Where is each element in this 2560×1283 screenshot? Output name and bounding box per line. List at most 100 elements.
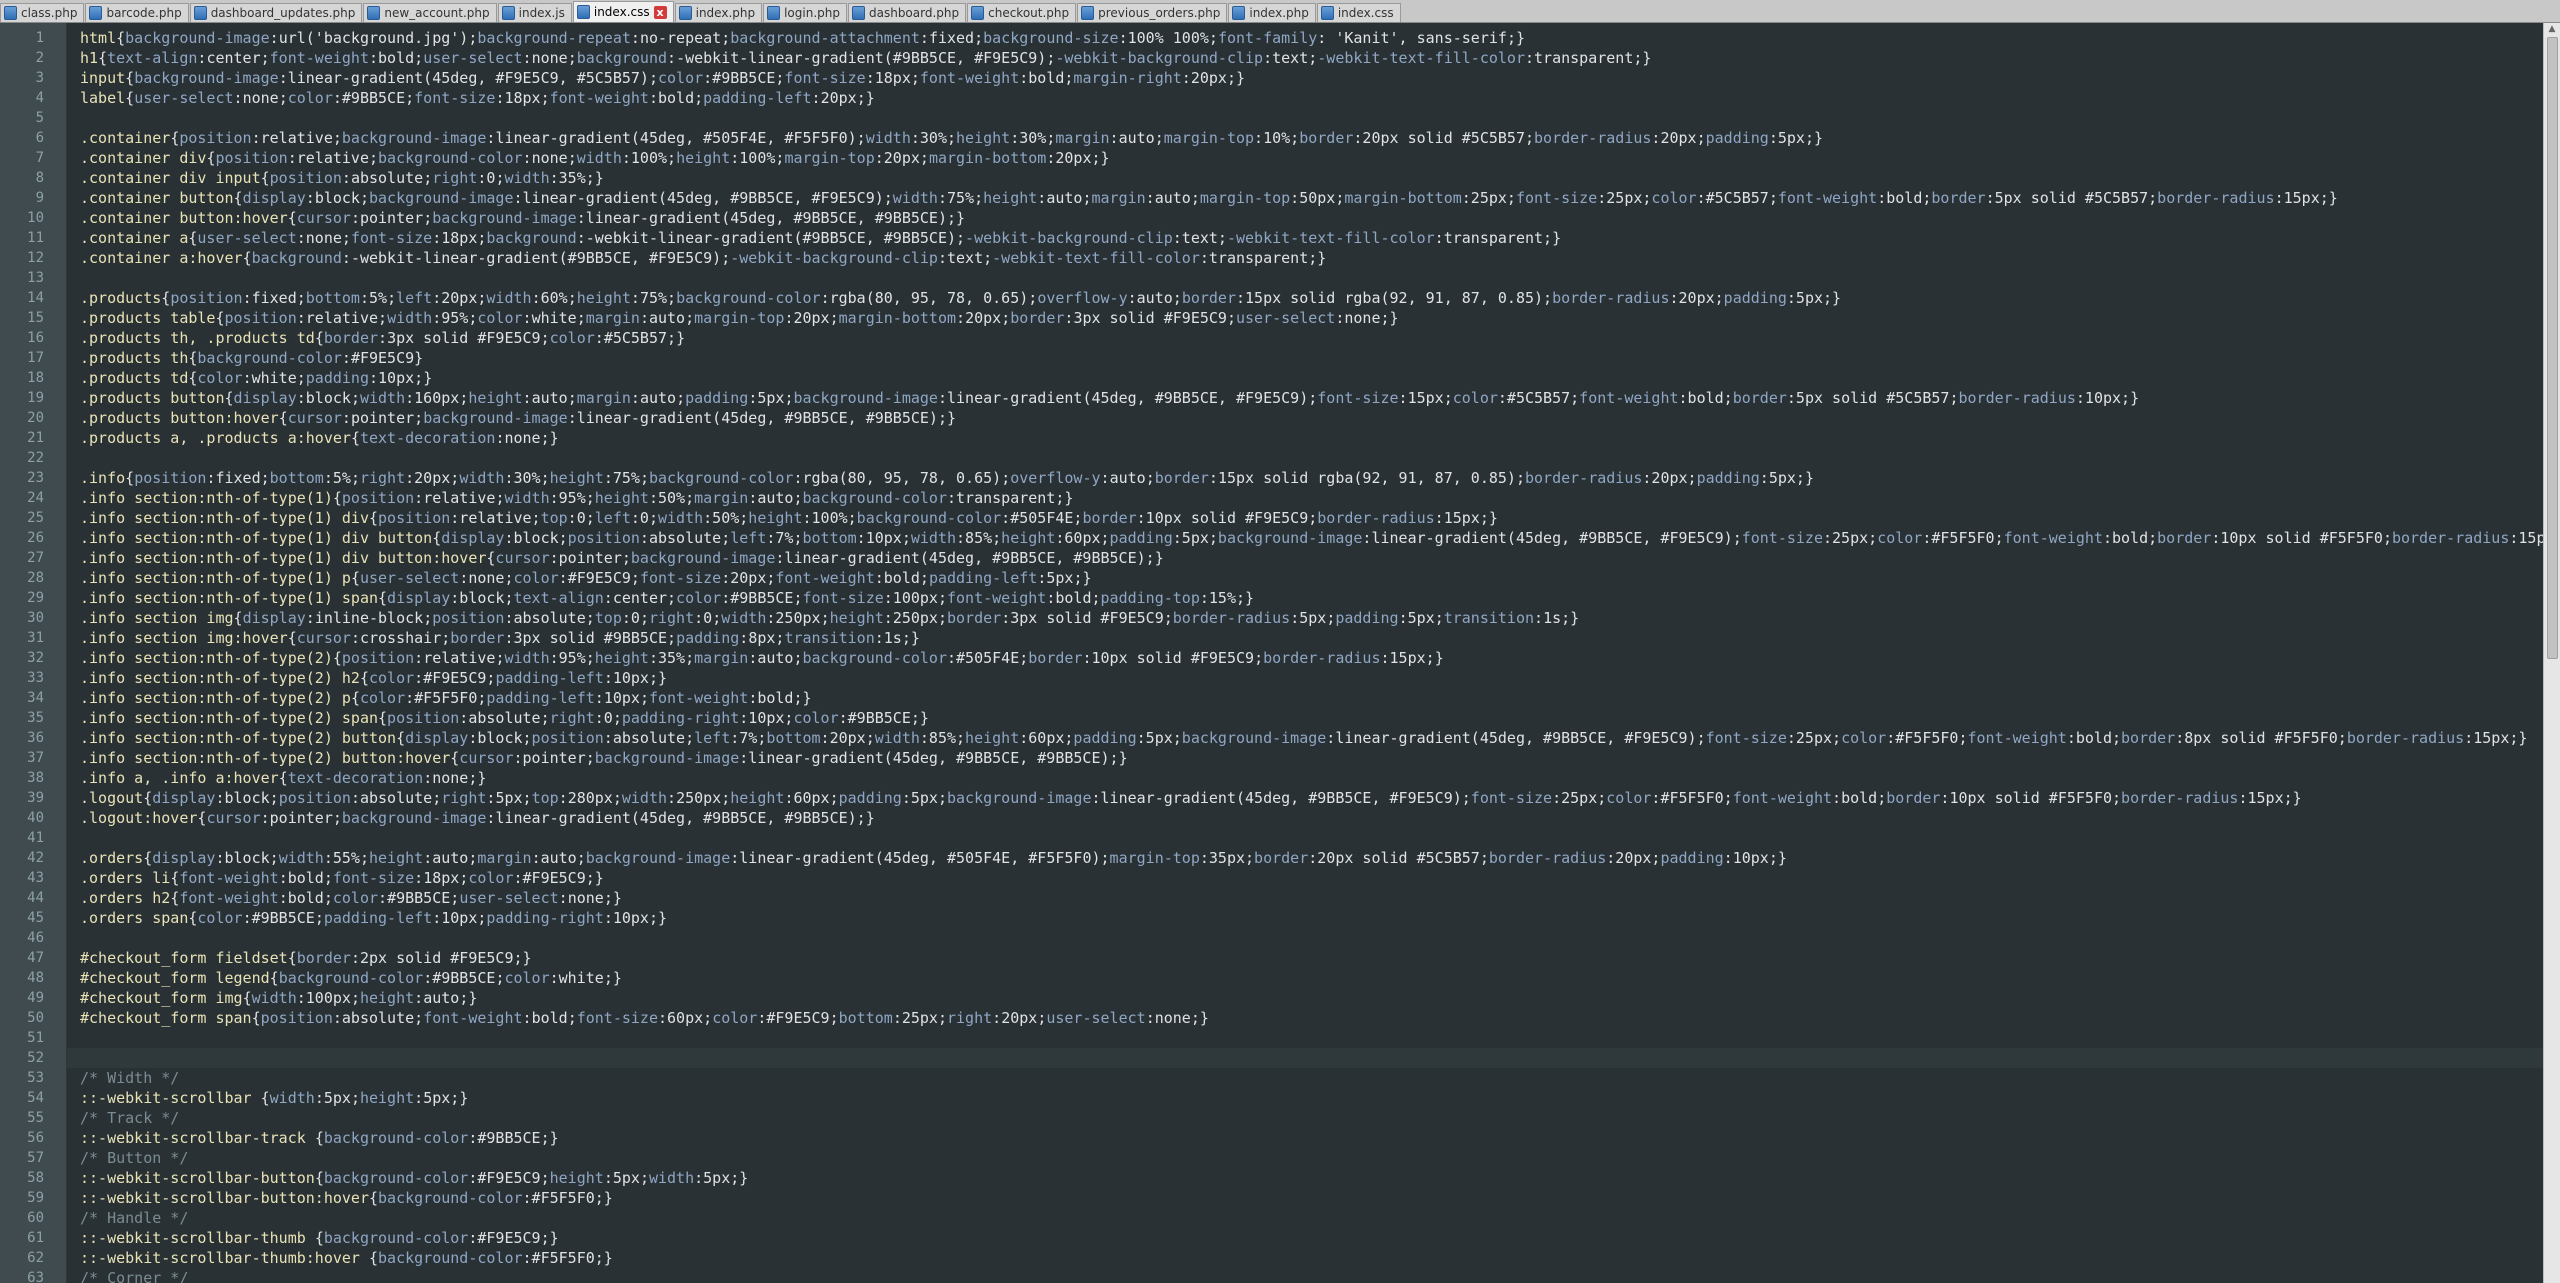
code-line[interactable]: 39.logout{display:block;position:absolut…: [80, 788, 2540, 808]
code-line[interactable]: 13: [80, 268, 2540, 288]
code-line[interactable]: 9.container button{display:block;backgro…: [80, 188, 2540, 208]
code-line[interactable]: 52: [80, 1048, 2540, 1068]
scroll-up-icon[interactable]: ▲: [2544, 23, 2560, 36]
code-line[interactable]: 25.info section:nth-of-type(1) div{posit…: [80, 508, 2540, 528]
code-line[interactable]: 38.info a, .info a:hover{text-decoration…: [80, 768, 2540, 788]
code-line[interactable]: 19.products button{display:block;width:1…: [80, 388, 2540, 408]
tab-label: index.css: [594, 5, 650, 19]
tab-index-php[interactable]: index.php: [675, 3, 762, 22]
tab-previous-orders-php[interactable]: previous_orders.php: [1077, 3, 1227, 22]
code-line[interactable]: 15.products table{position:relative;widt…: [80, 308, 2540, 328]
file-icon: [852, 6, 865, 20]
code-line[interactable]: 4label{user-select:none;color:#9BB5CE;fo…: [80, 88, 2540, 108]
code-line[interactable]: 21.products a, .products a:hover{text-de…: [80, 428, 2540, 448]
tab-index-css[interactable]: index.css: [1317, 3, 1401, 22]
code-line[interactable]: 63/* Corner */: [80, 1268, 2540, 1283]
code-line[interactable]: 45.orders span{color:#9BB5CE;padding-lef…: [80, 908, 2540, 928]
code-text: .info section:nth-of-type(2) button{disp…: [80, 729, 2527, 747]
tab-label: index.css: [1338, 6, 1394, 20]
code-line[interactable]: 54::-webkit-scrollbar {width:5px;height:…: [80, 1088, 2540, 1108]
code-line[interactable]: 36.info section:nth-of-type(2) button{di…: [80, 728, 2540, 748]
code-line[interactable]: 11.container a{user-select:none;font-siz…: [80, 228, 2540, 248]
code-text: .info section:nth-of-type(1) p{user-sele…: [80, 569, 1092, 587]
code-line[interactable]: 5: [80, 108, 2540, 128]
code-line[interactable]: 32.info section:nth-of-type(2){position:…: [80, 648, 2540, 668]
code-text: .container button{display:block;backgrou…: [80, 189, 2338, 207]
code-line[interactable]: 41: [80, 828, 2540, 848]
code-line[interactable]: 43.orders li{font-weight:bold;font-size:…: [80, 868, 2540, 888]
code-text: ::-webkit-scrollbar-thumb:hover {backgro…: [80, 1249, 613, 1267]
code-line[interactable]: 42.orders{display:block;width:55%;height…: [80, 848, 2540, 868]
line-number: 3: [0, 68, 44, 88]
code-line[interactable]: 59::-webkit-scrollbar-button:hover{backg…: [80, 1188, 2540, 1208]
file-icon: [679, 6, 692, 20]
code-line[interactable]: 24.info section:nth-of-type(1){position:…: [80, 488, 2540, 508]
code-line[interactable]: 33.info section:nth-of-type(2) h2{color:…: [80, 668, 2540, 688]
code-line[interactable]: 27.info section:nth-of-type(1) div butto…: [80, 548, 2540, 568]
tab-dashboard-updates-php[interactable]: dashboard_updates.php: [190, 3, 363, 22]
code-text: .products table{position:relative;width:…: [80, 309, 1399, 327]
code-line[interactable]: 62::-webkit-scrollbar-thumb:hover {backg…: [80, 1248, 2540, 1268]
code-line[interactable]: 56::-webkit-scrollbar-track {background-…: [80, 1128, 2540, 1148]
code-line[interactable]: 23.info{position:fixed;bottom:5%;right:2…: [80, 468, 2540, 488]
code-line[interactable]: 40.logout:hover{cursor:pointer;backgroun…: [80, 808, 2540, 828]
code-line[interactable]: 51: [80, 1028, 2540, 1048]
code-line[interactable]: 8.container div input{position:absolute;…: [80, 168, 2540, 188]
code-line[interactable]: 29.info section:nth-of-type(1) span{disp…: [80, 588, 2540, 608]
code-line[interactable]: 18.products td{color:white;padding:10px;…: [80, 368, 2540, 388]
code-line[interactable]: 1html{background-image:url('background.j…: [80, 28, 2540, 48]
code-text: #checkout_form fieldset{border:2px solid…: [80, 949, 532, 967]
code-line[interactable]: 50#checkout_form span{position:absolute;…: [80, 1008, 2540, 1028]
code-line[interactable]: 22: [80, 448, 2540, 468]
line-number: 9: [0, 188, 44, 208]
code-line[interactable]: 46: [80, 928, 2540, 948]
code-line[interactable]: 16.products th, .products td{border:3px …: [80, 328, 2540, 348]
line-number: 42: [0, 848, 44, 868]
tab-barcode-php[interactable]: barcode.php: [85, 3, 188, 22]
code-line[interactable]: 28.info section:nth-of-type(1) p{user-se…: [80, 568, 2540, 588]
code-line[interactable]: 26.info section:nth-of-type(1) div butto…: [80, 528, 2540, 548]
line-number: 17: [0, 348, 44, 368]
line-number: 34: [0, 688, 44, 708]
code-line[interactable]: 14.products{position:fixed;bottom:5%;lef…: [80, 288, 2540, 308]
code-line[interactable]: 10.container button:hover{cursor:pointer…: [80, 208, 2540, 228]
code-line[interactable]: 7.container div{position:relative;backgr…: [80, 148, 2540, 168]
code-line[interactable]: 49#checkout_form img{width:100px;height:…: [80, 988, 2540, 1008]
code-line[interactable]: 6.container{position:relative;background…: [80, 128, 2540, 148]
scrollbar-thumb[interactable]: [2547, 37, 2558, 659]
vertical-scrollbar[interactable]: ▲: [2543, 23, 2560, 1283]
code-line[interactable]: 2h1{text-align:center;font-weight:bold;u…: [80, 48, 2540, 68]
code-line[interactable]: 35.info section:nth-of-type(2) span{posi…: [80, 708, 2540, 728]
code-line[interactable]: 3input{background-image:linear-gradient(…: [80, 68, 2540, 88]
code-line[interactable]: 60/* Handle */: [80, 1208, 2540, 1228]
code-line[interactable]: 17.products th{background-color:#F9E5C9}: [80, 348, 2540, 368]
code-line[interactable]: 47#checkout_form fieldset{border:2px sol…: [80, 948, 2540, 968]
close-tab-icon[interactable]: x: [654, 6, 667, 19]
code-line[interactable]: 20.products button:hover{cursor:pointer;…: [80, 408, 2540, 428]
tab-dashboard-php[interactable]: dashboard.php: [848, 3, 966, 22]
code-line[interactable]: 58::-webkit-scrollbar-button{background-…: [80, 1168, 2540, 1188]
tab-new-account-php[interactable]: new_account.php: [363, 3, 496, 22]
code-line[interactable]: 34.info section:nth-of-type(2) p{color:#…: [80, 688, 2540, 708]
tab-index-js[interactable]: index.js: [498, 3, 572, 22]
code-line[interactable]: 53/* Width */: [80, 1068, 2540, 1088]
code-line[interactable]: 48#checkout_form legend{background-color…: [80, 968, 2540, 988]
tab-index-php[interactable]: index.php: [1228, 3, 1315, 22]
code-line[interactable]: 12.container a:hover{background:-webkit-…: [80, 248, 2540, 268]
tab-checkout-php[interactable]: checkout.php: [967, 3, 1076, 22]
code-line[interactable]: 61::-webkit-scrollbar-thumb {background-…: [80, 1228, 2540, 1248]
tab-class-php[interactable]: class.php: [0, 3, 84, 22]
code-line[interactable]: 55/* Track */: [80, 1108, 2540, 1128]
code-text: #checkout_form legend{background-color:#…: [80, 969, 622, 987]
code-line[interactable]: 30.info section img{display:inline-block…: [80, 608, 2540, 628]
code-line[interactable]: 44.orders h2{font-weight:bold;color:#9BB…: [80, 888, 2540, 908]
line-number: 25: [0, 508, 44, 528]
tab-index-css[interactable]: index.css x: [573, 1, 674, 22]
code-editor[interactable]: 1html{background-image:url('background.j…: [0, 23, 2560, 1283]
code-line[interactable]: 57/* Button */: [80, 1148, 2540, 1168]
code-area[interactable]: 1html{background-image:url('background.j…: [80, 28, 2540, 1283]
line-number: 15: [0, 308, 44, 328]
code-line[interactable]: 37.info section:nth-of-type(2) button:ho…: [80, 748, 2540, 768]
code-line[interactable]: 31.info section img:hover{cursor:crossha…: [80, 628, 2540, 648]
tab-login-php[interactable]: login.php: [763, 3, 847, 22]
